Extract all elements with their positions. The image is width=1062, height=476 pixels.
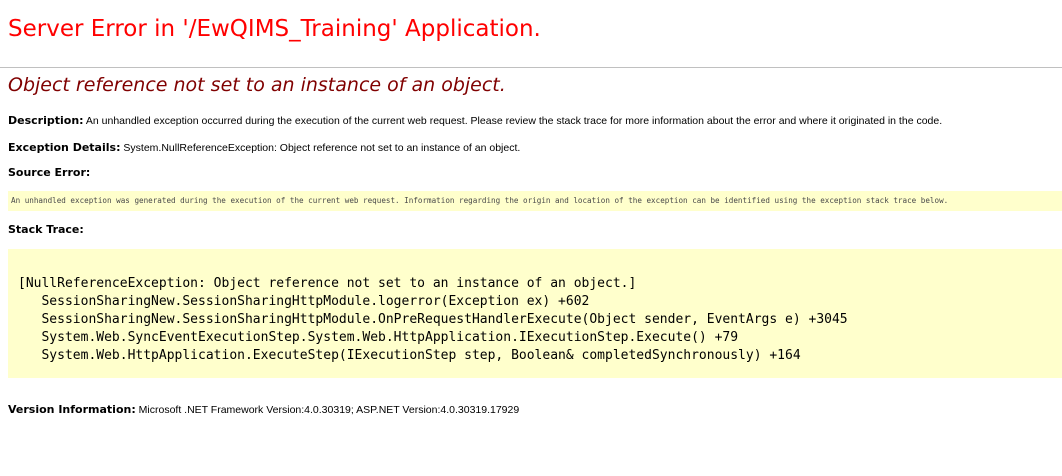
description-label: Description: — [8, 114, 84, 127]
exception-details-text: System.NullReferenceException: Object re… — [120, 142, 521, 154]
version-information-section: Version Information: Microsoft .NET Fram… — [8, 403, 519, 417]
exception-details-label: Exception Details: — [8, 141, 121, 154]
stack-trace-line: SessionSharingNew.SessionSharingHttpModu… — [18, 294, 590, 309]
stack-trace-box: [NullReferenceException: Object referenc… — [8, 249, 1062, 378]
source-error-section: Source Error: — [8, 166, 90, 180]
page-title: Server Error in '/EwQIMS_Training' Appli… — [8, 16, 541, 42]
stack-trace-line: System.Web.SyncEventExecutionStep.System… — [18, 330, 739, 345]
version-information-label: Version Information: — [8, 403, 136, 416]
exception-details-section: Exception Details: System.NullReferenceE… — [8, 141, 520, 155]
stack-trace-label: Stack Trace: — [8, 223, 84, 236]
description-section: Description: An unhandled exception occu… — [8, 114, 942, 128]
description-text: An unhandled exception occurred during t… — [83, 115, 943, 127]
stack-trace-text: [NullReferenceException: Object referenc… — [18, 275, 848, 365]
error-message-heading: Object reference not set to an instance … — [8, 74, 506, 96]
stack-trace-line: SessionSharingNew.SessionSharingHttpModu… — [18, 312, 848, 327]
stack-trace-section: Stack Trace: — [8, 223, 84, 237]
version-information-text: Microsoft .NET Framework Version:4.0.303… — [135, 404, 520, 416]
source-error-label: Source Error: — [8, 166, 91, 179]
stack-trace-line: System.Web.HttpApplication.ExecuteStep(I… — [18, 348, 801, 363]
stack-trace-line: [NullReferenceException: Object referenc… — [18, 276, 637, 291]
title-divider — [0, 67, 1062, 68]
source-error-box: An unhandled exception was generated dur… — [8, 191, 1062, 211]
source-error-text: An unhandled exception was generated dur… — [11, 196, 949, 205]
